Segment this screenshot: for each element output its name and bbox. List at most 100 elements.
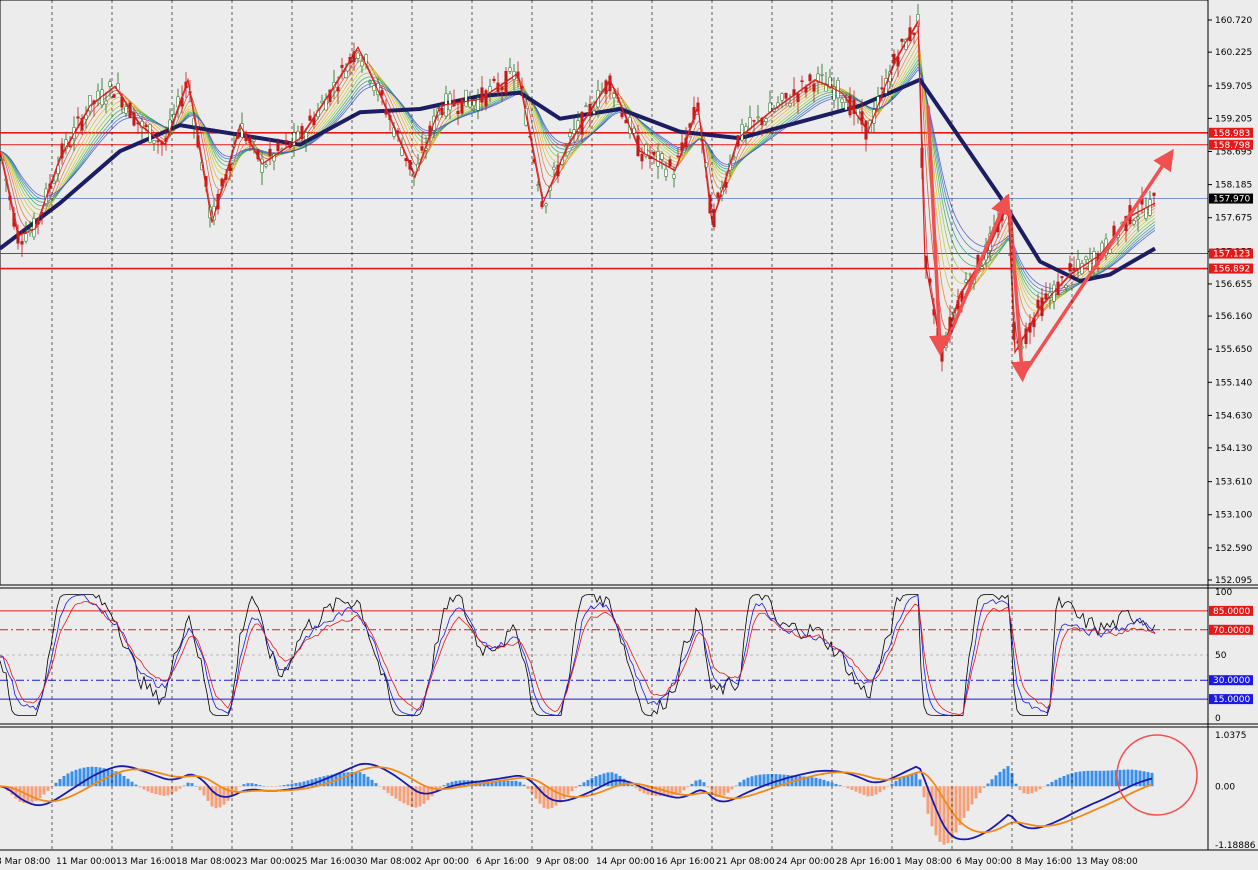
x-tick-label: 13 May 08:00 bbox=[1076, 857, 1138, 867]
candle-body bbox=[360, 61, 364, 67]
macd-histogram-bar bbox=[1086, 770, 1090, 787]
candle-body bbox=[896, 56, 900, 67]
macd-histogram-bar bbox=[270, 786, 274, 787]
macd-histogram-bar bbox=[594, 776, 598, 787]
macd-histogram-bar bbox=[554, 786, 558, 806]
macd-histogram-bar bbox=[1122, 769, 1126, 787]
macd-histogram-bar bbox=[342, 772, 346, 787]
macd-histogram-bar bbox=[978, 786, 982, 793]
macd-histogram-bar bbox=[358, 772, 362, 787]
y-tick-label: 156.655 bbox=[1215, 280, 1252, 290]
candle-body bbox=[752, 120, 756, 122]
candle-body bbox=[820, 74, 824, 76]
candle-body bbox=[1136, 216, 1140, 220]
macd-histogram-bar bbox=[58, 779, 62, 787]
candle-body bbox=[764, 118, 768, 122]
macd-histogram-bar bbox=[682, 786, 686, 791]
candle-body bbox=[668, 159, 672, 167]
macd-histogram-bar bbox=[678, 786, 682, 794]
candle-body bbox=[800, 80, 804, 83]
y-tick-label: 152.590 bbox=[1215, 544, 1252, 554]
candle-body bbox=[112, 94, 116, 98]
candle-body bbox=[1040, 297, 1044, 317]
candle-body bbox=[108, 81, 112, 87]
candle-body bbox=[1080, 263, 1084, 275]
macd-histogram-bar bbox=[226, 786, 230, 801]
macd-histogram-bar bbox=[158, 786, 162, 796]
macd-histogram-bar bbox=[166, 786, 170, 796]
signal-line bbox=[0, 766, 1153, 834]
macd-panel bbox=[0, 726, 1258, 845]
macd-histogram-bar bbox=[1082, 771, 1086, 787]
candle-body bbox=[104, 100, 108, 105]
candle-body bbox=[264, 164, 268, 167]
stoch-tick-label: 0 bbox=[1215, 714, 1221, 724]
macd-histogram-bar bbox=[402, 786, 406, 804]
price-frame bbox=[0, 0, 1209, 586]
macd-tick-label: 0.00 bbox=[1215, 782, 1235, 792]
x-tick-label: 13 Mar 16:00 bbox=[116, 857, 176, 867]
ribbon-ma-line bbox=[0, 28, 1156, 331]
macd-histogram-bar bbox=[66, 773, 70, 787]
macd-histogram-bar bbox=[822, 779, 826, 787]
macd-histogram-bar bbox=[86, 767, 90, 787]
macd-histogram-bar bbox=[446, 783, 450, 787]
stoch-level-label: 85.0000 bbox=[1213, 607, 1250, 617]
candle-body bbox=[20, 241, 24, 245]
ribbon-ma-line bbox=[0, 21, 1156, 348]
candle-body bbox=[756, 116, 760, 119]
macd-histogram-bar bbox=[850, 786, 854, 790]
macd-histogram-bar bbox=[882, 786, 886, 790]
macd-histogram-bar bbox=[1118, 769, 1122, 787]
macd-histogram-bar bbox=[1034, 786, 1038, 792]
macd-histogram-bar bbox=[734, 785, 738, 787]
candle-body bbox=[780, 93, 784, 101]
macd-histogram-bar bbox=[854, 786, 858, 792]
macd-histogram-bar bbox=[1094, 770, 1098, 787]
candle-body bbox=[964, 279, 968, 283]
macd-histogram-bar bbox=[758, 774, 762, 787]
macd-histogram-bar bbox=[146, 786, 150, 792]
candle-body bbox=[372, 85, 376, 91]
macd-histogram-bar bbox=[1018, 786, 1022, 791]
y-tick-label: 156.160 bbox=[1215, 312, 1252, 322]
macd-histogram-bar bbox=[910, 774, 914, 787]
candle-body bbox=[1036, 299, 1040, 309]
x-tick-label: 14 Apr 00:00 bbox=[596, 857, 655, 867]
macd-histogram-bar bbox=[906, 775, 910, 787]
macd-histogram-bar bbox=[1062, 775, 1066, 787]
macd-histogram-bar bbox=[870, 786, 874, 797]
macd-histogram-bar bbox=[750, 776, 754, 787]
current-price-label: 157.970 bbox=[1213, 195, 1250, 205]
candle-body bbox=[812, 83, 816, 92]
candle-body bbox=[464, 89, 468, 107]
macd-histogram-bar bbox=[998, 771, 1002, 787]
macd-histogram-bar bbox=[362, 774, 366, 787]
macd-tick-label: -1.18886 bbox=[1215, 841, 1256, 851]
y-tick-label: 152.095 bbox=[1215, 576, 1252, 586]
macd-histogram-bar bbox=[54, 782, 58, 787]
macd-histogram-bar bbox=[190, 783, 194, 787]
y-tick-label: 153.100 bbox=[1215, 511, 1252, 521]
candle-body bbox=[460, 98, 464, 114]
macd-histogram-bar bbox=[186, 782, 190, 787]
candle-body bbox=[456, 110, 460, 115]
macd-histogram-bar bbox=[818, 778, 822, 787]
candle-body bbox=[788, 103, 792, 107]
candle-body bbox=[52, 180, 56, 184]
macd-histogram-bar bbox=[1126, 769, 1130, 787]
stoch-tick-label: 50 bbox=[1215, 651, 1227, 661]
x-tick-label: 6 Apr 16:00 bbox=[476, 857, 529, 867]
macd-histogram-bar bbox=[598, 774, 602, 787]
macd-histogram-bar bbox=[202, 786, 206, 796]
candle-body bbox=[440, 107, 444, 115]
candle-body bbox=[1084, 256, 1088, 260]
macd-histogram-bar bbox=[182, 785, 186, 787]
macd-histogram-bar bbox=[974, 786, 978, 799]
candle-body bbox=[552, 166, 556, 170]
macd-histogram-bar bbox=[30, 786, 34, 803]
macd-histogram-bar bbox=[574, 786, 578, 788]
macd-histogram-bar bbox=[1026, 786, 1030, 795]
macd-histogram-bar bbox=[74, 769, 78, 787]
macd-histogram-bar bbox=[566, 786, 570, 795]
